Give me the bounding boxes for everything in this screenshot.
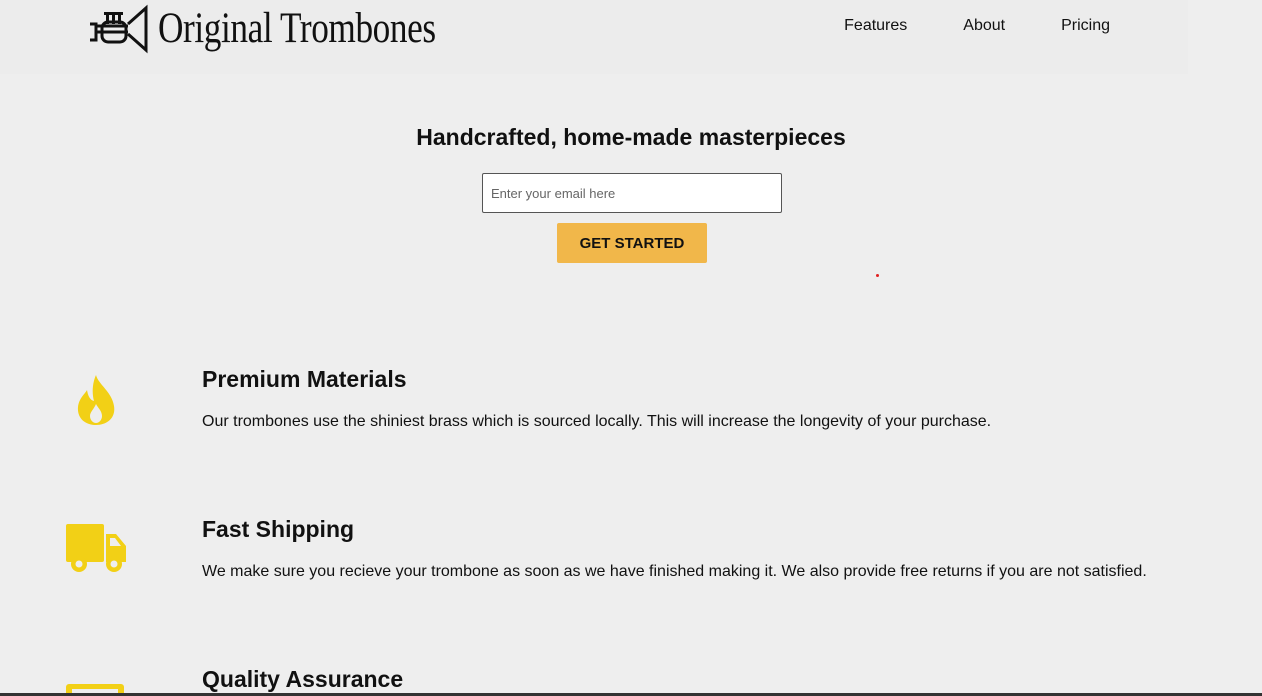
page: Original Trombones Features About Pricin… (0, 0, 1262, 696)
feature-text: We make sure you recieve your trombone a… (202, 563, 1147, 580)
feature-title: Fast Shipping (202, 516, 355, 542)
nav-link-about[interactable]: About (963, 17, 1005, 35)
nav-link-features[interactable]: Features (844, 17, 907, 35)
logo-text: Original Trombones (158, 4, 436, 52)
logo[interactable]: Original Trombones (88, 0, 497, 56)
get-started-button[interactable]: GET STARTED (557, 223, 707, 263)
main-nav: Features About Pricing (788, 17, 1110, 35)
hero-title: Handcrafted, home-made masterpieces (416, 124, 846, 150)
nav-link-pricing[interactable]: Pricing (1061, 17, 1110, 35)
feature-text: Our trombones use the shiniest brass whi… (202, 413, 992, 430)
feature-title: Quality Assurance (202, 666, 404, 692)
trumpet-logo-icon (90, 4, 148, 54)
header: Original Trombones Features About Pricin… (0, 0, 1188, 74)
feature-title: Premium Materials (202, 366, 407, 392)
truck-icon (66, 524, 126, 572)
cursor-dot (876, 274, 879, 277)
email-input[interactable] (482, 173, 782, 213)
fire-icon (77, 375, 115, 425)
